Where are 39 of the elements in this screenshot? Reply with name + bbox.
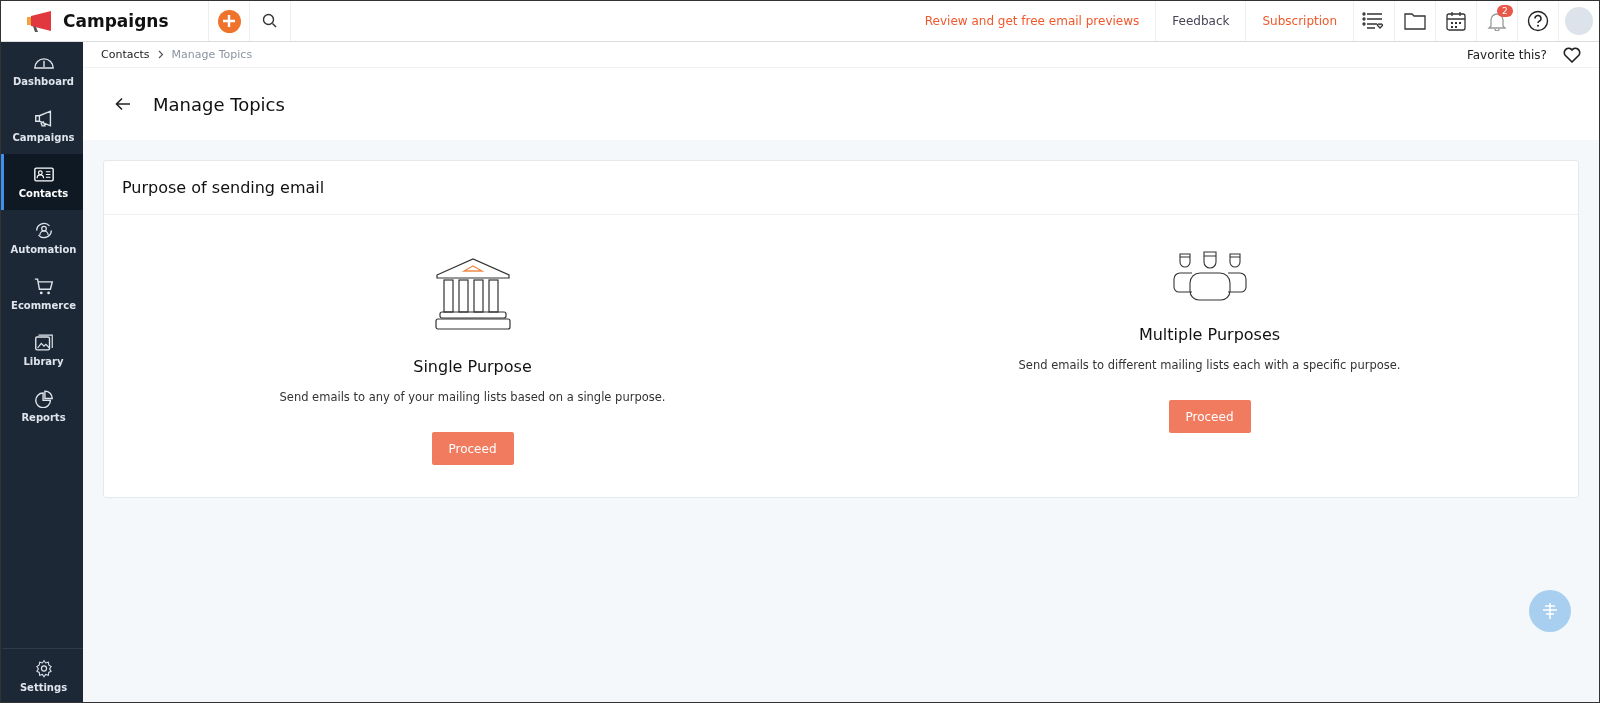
sidebar-item[interactable]: Dashboard [1,42,83,98]
favorite-label: Favorite this? [1466,47,1547,62]
option-title: Multiple Purposes [1138,325,1281,344]
sidebar-item[interactable]: Automation [1,210,83,266]
sidebar-item[interactable]: Library [1,322,83,378]
help-icon[interactable] [1527,10,1549,32]
panel-title: Purpose of sending email [122,178,325,197]
sidebar-item[interactable]: Campaigns [1,98,83,154]
calendar-icon[interactable] [1446,11,1466,31]
header-link[interactable]: Feedback [1155,1,1246,41]
heart-icon[interactable] [1563,46,1581,63]
contact-card-icon [32,165,55,184]
breadcrumb-current: Manage Topics [171,48,253,61]
sidebar-item[interactable]: Reports [1,378,83,434]
notification-count: 2 [1497,5,1513,17]
cart-icon [32,277,55,296]
image-stack-icon [32,333,55,352]
option-description: Send emails to any of your mailing lists based on a single purpose. [279,390,666,404]
sidebar-item[interactable]: Ecommerce [1,266,83,322]
chevron-right-icon [157,50,164,59]
pie-chart-icon [32,389,55,408]
add-button[interactable] [217,9,241,33]
signpost-icon [1542,602,1558,620]
sidebar-item[interactable]: Contacts [1,154,83,210]
option-description: Send emails to different mailing lists each with a specific purpose. [1018,358,1401,372]
back-arrow-icon[interactable] [115,97,131,111]
header-link[interactable]: Subscription [1245,1,1353,41]
option-title: Single Purpose [413,357,532,376]
folder-icon[interactable] [1404,12,1426,30]
search-icon[interactable] [262,13,278,29]
header-link[interactable]: Review and get free email previews [908,1,1156,41]
bank-building-icon [433,257,512,333]
list-heart-icon[interactable] [1362,11,1386,31]
breadcrumb-link[interactable]: Contacts [101,48,150,61]
app-title: Campaigns [63,11,169,31]
megaphone-logo-icon [25,9,53,33]
page-title: Manage Topics [153,93,285,115]
people-group-icon [1171,251,1248,303]
plus-icon [222,14,236,28]
